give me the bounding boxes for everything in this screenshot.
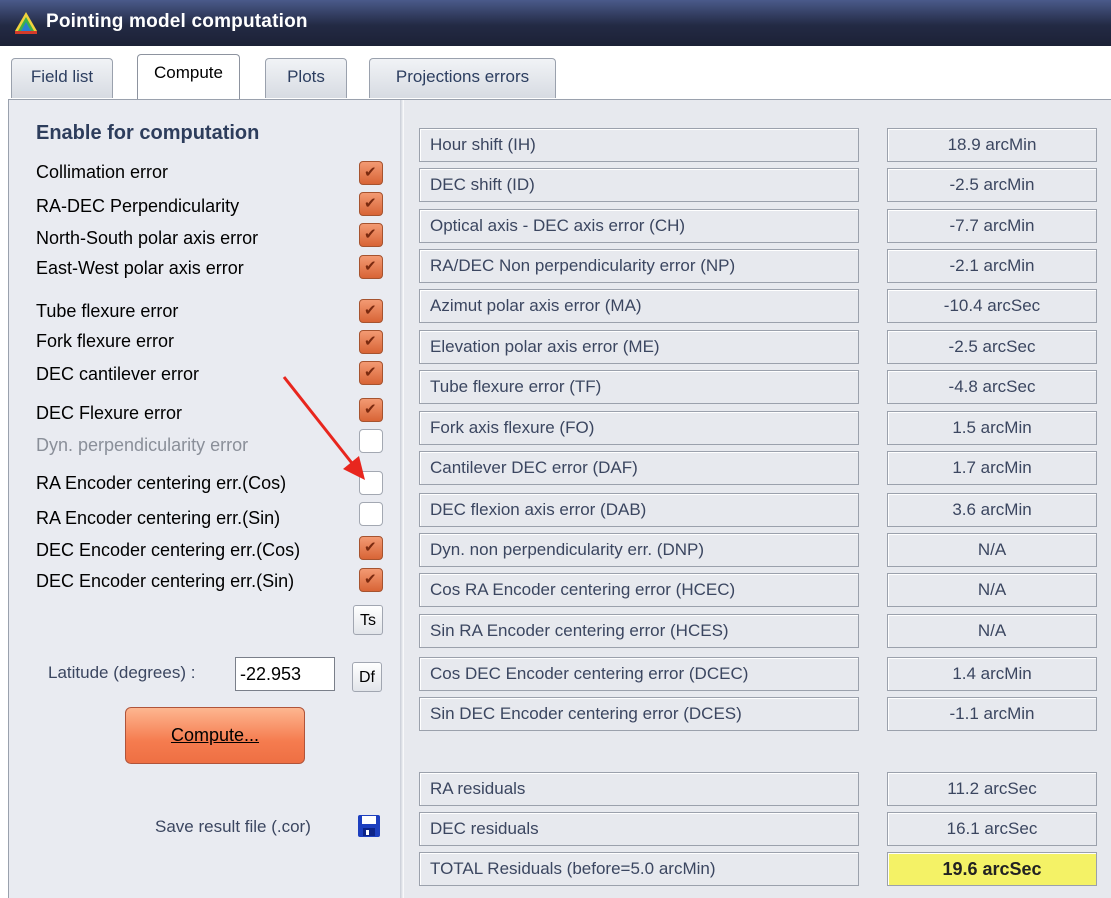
result-value: N/A — [887, 573, 1097, 607]
option-checkbox[interactable] — [359, 192, 383, 216]
option-checkbox[interactable] — [359, 502, 383, 526]
window-title: Pointing model computation — [46, 11, 308, 32]
result-label: RA/DEC Non perpendicularity error (NP) — [419, 249, 859, 283]
total-residual-value: 19.6 arcSec — [887, 852, 1097, 886]
option-checkbox[interactable] — [359, 223, 383, 247]
section-title: Enable for computation — [36, 122, 260, 144]
result-value: 1.4 arcMin — [887, 657, 1097, 691]
save-icon[interactable] — [357, 814, 381, 838]
result-label: DEC shift (ID) — [419, 168, 859, 202]
residual-value: 16.1 arcSec — [887, 812, 1097, 846]
tab-field-list[interactable]: Field list — [11, 58, 113, 98]
ts-button[interactable]: Ts — [353, 605, 383, 635]
tab-compute[interactable]: Compute — [137, 54, 240, 100]
compute-button[interactable]: Compute... — [125, 707, 305, 764]
result-value: -10.4 arcSec — [887, 289, 1097, 323]
result-value: -2.1 arcMin — [887, 249, 1097, 283]
result-label: Azimut polar axis error (MA) — [419, 289, 859, 323]
annotation-arrow-icon — [282, 376, 365, 480]
option-label: Dyn. perpendicularity error — [36, 435, 249, 455]
save-result-label: Save result file (.cor) — [155, 817, 311, 836]
tab-projections-errors[interactable]: Projections errors — [369, 58, 556, 98]
option-checkbox[interactable] — [359, 299, 383, 323]
residual-label: RA residuals — [419, 772, 859, 806]
option-checkbox[interactable] — [359, 161, 383, 185]
option-checkbox[interactable] — [359, 330, 383, 354]
result-value: 1.5 arcMin — [887, 411, 1097, 445]
df-button[interactable]: Df — [352, 662, 382, 692]
residual-value: 11.2 arcSec — [887, 772, 1097, 806]
result-value: 18.9 arcMin — [887, 128, 1097, 162]
option-label: DEC Flexure error — [36, 403, 183, 423]
result-value: -1.1 arcMin — [887, 697, 1097, 731]
result-label: Dyn. non perpendicularity err. (DNP) — [419, 533, 859, 567]
result-value: N/A — [887, 533, 1097, 567]
result-label: Fork axis flexure (FO) — [419, 411, 859, 445]
result-value: -7.7 arcMin — [887, 209, 1097, 243]
compute-button-label: Compute... — [170, 725, 260, 745]
result-label: Tube flexure error (TF) — [419, 370, 859, 404]
option-label: DEC Encoder centering err.(Sin) — [36, 571, 295, 591]
result-value: 3.6 arcMin — [887, 493, 1097, 527]
option-label: RA-DEC Perpendicularity — [36, 196, 240, 216]
latitude-input[interactable] — [235, 657, 335, 691]
result-label: Cantilever DEC error (DAF) — [419, 451, 859, 485]
result-label: Sin RA Encoder centering error (HCES) — [419, 614, 859, 648]
option-checkbox[interactable] — [359, 536, 383, 560]
residual-label: TOTAL Residuals (before=5.0 arcMin) — [419, 852, 859, 886]
option-label: DEC Encoder centering err.(Cos) — [36, 540, 301, 560]
residual-label: DEC residuals — [419, 812, 859, 846]
option-label: RA Encoder centering err.(Cos) — [36, 473, 287, 493]
result-label: Hour shift (IH) — [419, 128, 859, 162]
option-label: Tube flexure error — [36, 301, 179, 321]
result-label: DEC flexion axis error (DAB) — [419, 493, 859, 527]
result-value: 1.7 arcMin — [887, 451, 1097, 485]
result-value: -2.5 arcSec — [887, 330, 1097, 364]
options-panel — [8, 100, 401, 898]
app-logo-icon — [15, 12, 37, 34]
option-label: East-West polar axis error — [36, 258, 244, 278]
option-label: RA Encoder centering err.(Sin) — [36, 508, 281, 528]
option-label: Fork flexure error — [36, 331, 175, 351]
result-label: Cos DEC Encoder centering error (DCEC) — [419, 657, 859, 691]
result-value: N/A — [887, 614, 1097, 648]
result-label: Optical axis - DEC axis error (CH) — [419, 209, 859, 243]
result-value: -4.8 arcSec — [887, 370, 1097, 404]
option-label: North-South polar axis error — [36, 228, 259, 248]
option-label: Collimation error — [36, 162, 169, 182]
result-label: Sin DEC Encoder centering error (DCES) — [419, 697, 859, 731]
option-checkbox[interactable] — [359, 255, 383, 279]
option-checkbox[interactable] — [359, 568, 383, 592]
result-label: Cos RA Encoder centering error (HCEC) — [419, 573, 859, 607]
latitude-label: Latitude (degrees) : — [48, 663, 196, 682]
tab-plots[interactable]: Plots — [265, 58, 347, 98]
option-label: DEC cantilever error — [36, 364, 200, 384]
result-value: -2.5 arcMin — [887, 168, 1097, 202]
result-label: Elevation polar axis error (ME) — [419, 330, 859, 364]
title-bar: Pointing model computation — [0, 0, 1111, 46]
